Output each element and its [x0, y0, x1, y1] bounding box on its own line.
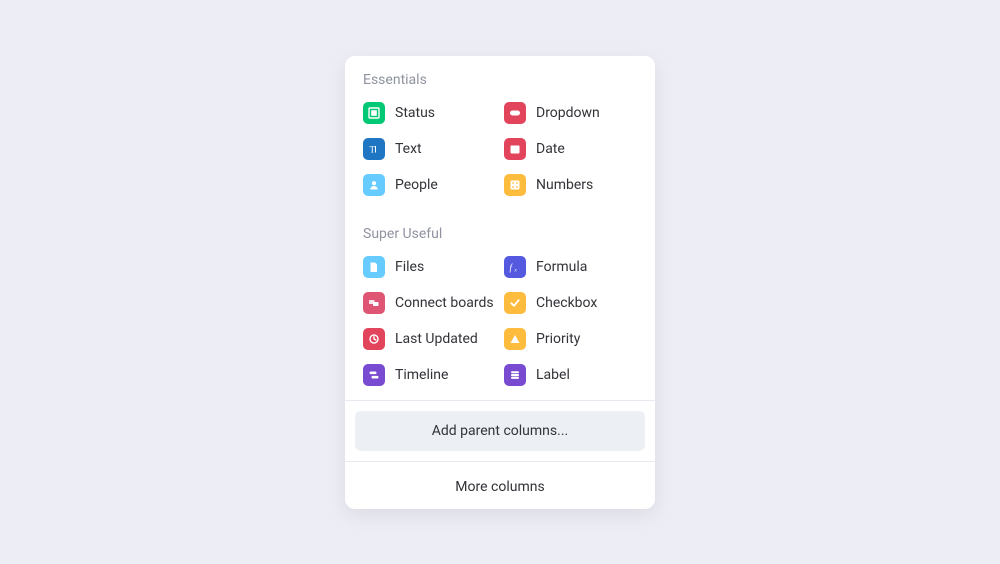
- status-icon: [363, 102, 385, 124]
- column-type-dropdown[interactable]: Dropdown: [504, 100, 637, 126]
- section-title: Super Useful: [363, 226, 637, 242]
- column-type-label: Formula: [536, 259, 587, 275]
- files-icon: [363, 256, 385, 278]
- column-type-label[interactable]: Label: [504, 362, 637, 388]
- column-picker-panel: Essentials Status Dropdown T Text Date People N…: [345, 56, 655, 509]
- text-icon: T: [363, 138, 385, 160]
- connect-icon: [363, 292, 385, 314]
- column-type-numbers[interactable]: Numbers: [504, 172, 637, 198]
- column-type-label: Files: [395, 259, 424, 275]
- column-type-label: Priority: [536, 331, 580, 347]
- column-type-label: People: [395, 177, 438, 193]
- column-type-label: Label: [536, 367, 570, 383]
- column-type-label: Connect boards: [395, 295, 494, 311]
- column-type-priority[interactable]: Priority: [504, 326, 637, 352]
- numbers-icon: [504, 174, 526, 196]
- column-type-checkbox[interactable]: Checkbox: [504, 290, 637, 316]
- checkbox-icon: [504, 292, 526, 314]
- people-icon: [363, 174, 385, 196]
- column-type-label: Numbers: [536, 177, 593, 193]
- column-type-label: Date: [536, 141, 565, 157]
- column-type-files[interactable]: Files: [363, 254, 496, 280]
- column-type-formula[interactable]: fx Formula: [504, 254, 637, 280]
- column-type-label: Last Updated: [395, 331, 478, 347]
- formula-icon: fx: [504, 256, 526, 278]
- column-type-label: Dropdown: [536, 105, 600, 121]
- svg-text:f: f: [510, 262, 514, 272]
- dropdown-icon: [504, 102, 526, 124]
- column-type-label: Status: [395, 105, 435, 121]
- column-type-people[interactable]: People: [363, 172, 496, 198]
- svg-text:x: x: [514, 268, 518, 273]
- column-type-label: Text: [395, 141, 422, 157]
- column-type-label: Timeline: [395, 367, 448, 383]
- section-title: Essentials: [363, 72, 637, 88]
- svg-text:T: T: [370, 144, 376, 154]
- column-type-label: Checkbox: [536, 295, 597, 311]
- column-type-updated[interactable]: Last Updated: [363, 326, 496, 352]
- column-type-text[interactable]: T Text: [363, 136, 496, 162]
- timeline-icon: [363, 364, 385, 386]
- column-type-timeline[interactable]: Timeline: [363, 362, 496, 388]
- date-icon: [504, 138, 526, 160]
- column-type-connect[interactable]: Connect boards: [363, 290, 496, 316]
- label-icon: [504, 364, 526, 386]
- more-columns-button[interactable]: More columns: [455, 479, 544, 495]
- column-type-date[interactable]: Date: [504, 136, 637, 162]
- column-type-status[interactable]: Status: [363, 100, 496, 126]
- priority-icon: [504, 328, 526, 350]
- updated-icon: [363, 328, 385, 350]
- add-parent-columns-button[interactable]: Add parent columns...: [355, 411, 645, 451]
